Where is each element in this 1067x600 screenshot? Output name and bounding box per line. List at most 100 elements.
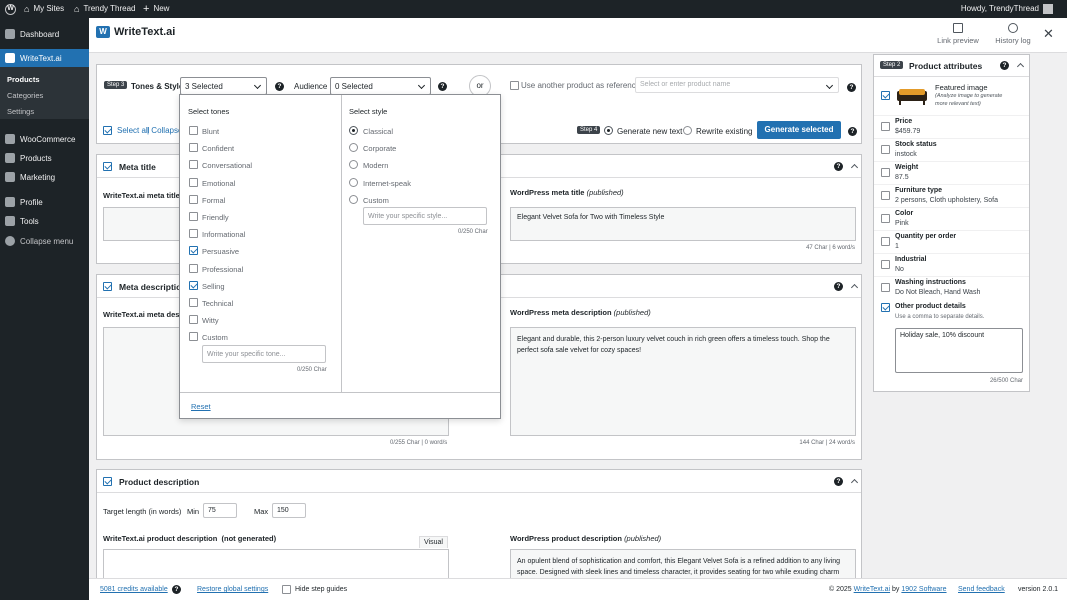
style-radio[interactable] — [349, 160, 358, 170]
attribute-checkbox[interactable] — [881, 145, 890, 154]
tone-checkbox[interactable] — [189, 229, 198, 239]
select-all-checkbox[interactable] — [103, 126, 112, 135]
collapse-chevron-icon[interactable] — [1016, 62, 1025, 71]
attribute-checkbox[interactable] — [881, 260, 890, 269]
tone-label: Conversational — [202, 161, 253, 171]
help-icon[interactable]: ? — [438, 82, 447, 91]
use-another-checkbox[interactable] — [510, 81, 519, 90]
writetext-footer-link[interactable]: WriteText.ai — [854, 586, 890, 593]
sidebar-item-dashboard[interactable]: Dashboard — [0, 25, 89, 43]
style-radio[interactable] — [349, 194, 358, 204]
help-icon[interactable]: ? — [172, 585, 181, 594]
tone-checkbox[interactable] — [189, 315, 198, 325]
credits-link[interactable]: 5081 credits available — [100, 586, 168, 593]
attribute-checkbox[interactable] — [881, 168, 890, 177]
attribute-checkbox[interactable] — [881, 237, 890, 246]
reference-product-select[interactable]: Select or enter product name — [635, 77, 839, 93]
style-radio[interactable] — [349, 126, 358, 135]
reset-link[interactable]: Reset — [191, 402, 211, 411]
sidebar-item-profile[interactable]: Profile — [0, 193, 89, 211]
visual-tab[interactable]: Visual — [419, 536, 448, 548]
sidebar-item-label: Marketing — [20, 172, 56, 182]
collapse-chevron-icon[interactable] — [850, 478, 859, 487]
custom-style-input[interactable]: Write your specific style... — [363, 207, 487, 225]
collapse-chevron-icon[interactable] — [850, 283, 859, 292]
attribute-checkbox[interactable] — [881, 122, 890, 131]
product-description-checkbox[interactable] — [103, 477, 112, 486]
tone-checkbox[interactable] — [189, 298, 198, 307]
tones-style-select[interactable]: 3 Selected — [180, 77, 267, 95]
history-icon — [1008, 23, 1018, 33]
help-icon[interactable]: ? — [834, 162, 843, 171]
site-name-link[interactable]: ⌂ Trendy Thread — [74, 0, 135, 18]
my-sites-link[interactable]: ⌂ My Sites — [24, 0, 64, 18]
writetext-icon — [5, 53, 15, 63]
restore-settings-link[interactable]: Restore global settings — [197, 586, 268, 593]
sidebar-item-marketing[interactable]: Marketing — [0, 168, 89, 186]
collapse-link[interactable]: | Collapse — [147, 126, 182, 135]
featured-image-checkbox[interactable] — [881, 91, 890, 100]
audience-select[interactable]: 0 Selected — [330, 77, 431, 95]
tone-checkbox[interactable] — [189, 246, 198, 256]
tone-checkbox[interactable] — [189, 143, 198, 153]
close-icon[interactable]: ✕ — [1043, 26, 1054, 42]
help-icon[interactable]: ? — [834, 282, 843, 291]
attribute-value: Do Not Bleach, Hand Wash — [895, 289, 981, 296]
meta-description-checkbox[interactable] — [103, 282, 112, 291]
meta-title-checkbox[interactable] — [103, 162, 112, 171]
custom-tone-input[interactable]: Write your specific tone... — [202, 345, 326, 363]
tone-label: Selling — [202, 281, 225, 291]
tone-checkbox[interactable] — [189, 263, 198, 273]
other-details-checkbox[interactable] — [881, 303, 890, 312]
tone-checkbox[interactable] — [189, 332, 198, 342]
wta-meta-title-box[interactable] — [103, 207, 183, 241]
sidebar-item-writetext[interactable]: WriteText.ai — [0, 49, 89, 67]
sidebar-sub-products[interactable]: Products — [7, 75, 40, 84]
tone-checkbox[interactable] — [189, 212, 198, 221]
tone-checkbox[interactable] — [189, 177, 198, 187]
style-radio[interactable] — [349, 143, 358, 153]
sidebar-item-label: WooCommerce — [20, 134, 76, 144]
divider — [874, 184, 1029, 185]
sidebar-item-tools[interactable]: Tools — [0, 212, 89, 230]
select-all-link[interactable]: Select all — [117, 126, 149, 135]
sidebar-sub-categories[interactable]: Categories — [7, 91, 43, 100]
help-icon[interactable]: ? — [834, 477, 843, 486]
help-icon[interactable]: ? — [1000, 61, 1009, 70]
marketing-icon — [5, 172, 15, 182]
help-icon[interactable]: ? — [275, 82, 284, 91]
collapse-menu-button[interactable]: Collapse menu — [0, 232, 89, 250]
admin-sidebar: Dashboard WriteText.ai Products Categori… — [0, 18, 89, 600]
max-words-input[interactable]: 150 — [272, 503, 306, 518]
generate-new-radio[interactable] — [604, 126, 613, 135]
company-link[interactable]: 1902 Software — [901, 586, 946, 593]
account-menu[interactable]: Howdy, TrendyThread — [961, 0, 1053, 18]
attribute-checkbox[interactable] — [881, 283, 890, 292]
wp-meta-title-value: Elegant Velvet Sofa for Two with Timeles… — [517, 214, 665, 221]
sidebar-item-woocommerce[interactable]: WooCommerce — [0, 130, 89, 148]
sidebar-item-products[interactable]: Products — [0, 149, 89, 167]
history-log-button[interactable]: History log — [993, 23, 1033, 45]
attribute-checkbox[interactable] — [881, 214, 890, 223]
other-details-textarea[interactable]: Holiday sale, 10% discount — [895, 328, 1023, 373]
collapse-chevron-icon[interactable] — [850, 163, 859, 172]
generate-selected-button[interactable]: Generate selected — [757, 121, 841, 139]
min-words-input[interactable]: 75 — [203, 503, 237, 518]
rewrite-existing-radio[interactable] — [683, 126, 692, 135]
sidebar-sub-settings[interactable]: Settings — [7, 107, 34, 116]
help-icon[interactable]: ? — [848, 127, 857, 136]
tone-checkbox[interactable] — [189, 126, 198, 135]
tone-checkbox[interactable] — [189, 160, 198, 170]
wordpress-logo-icon[interactable]: W — [5, 0, 16, 18]
attribute-checkbox[interactable] — [881, 191, 890, 200]
section-title: Meta title — [119, 162, 156, 172]
tone-checkbox[interactable] — [189, 194, 198, 204]
help-icon[interactable]: ? — [847, 83, 856, 92]
hide-step-guides-checkbox[interactable] — [282, 585, 291, 594]
new-content-link[interactable]: + New — [143, 0, 169, 18]
style-radio[interactable] — [349, 177, 358, 187]
send-feedback-link[interactable]: Send feedback — [958, 586, 1005, 593]
tone-checkbox[interactable] — [189, 280, 198, 290]
link-preview-button[interactable]: Link preview — [937, 23, 979, 45]
wp-label-text: WordPress meta description — [510, 308, 612, 317]
